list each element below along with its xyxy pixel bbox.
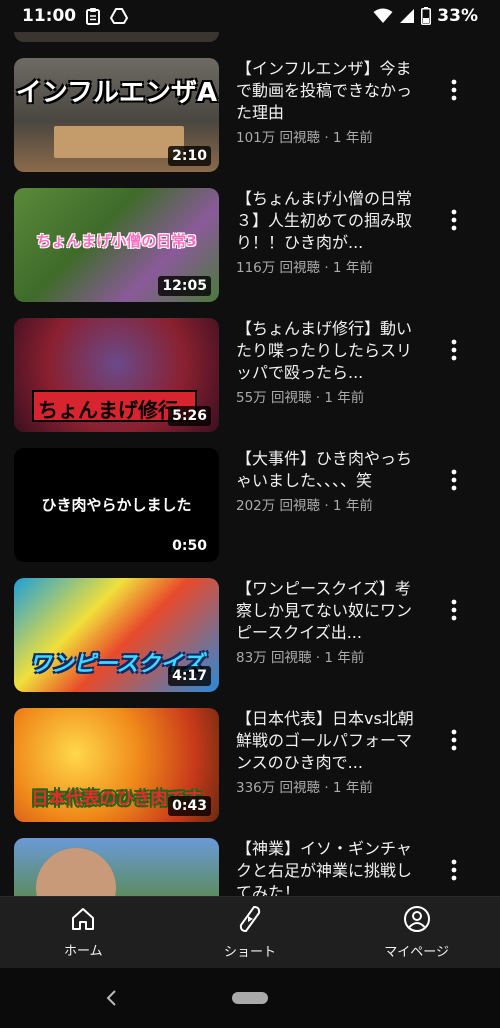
video-thumbnail[interactable]: インフルエンザA 2:10: [14, 58, 219, 172]
video-title[interactable]: 【ワンピースクイズ】考察しか見てない奴にワンピースクイズ出...: [236, 578, 426, 644]
video-duration: 12:05: [158, 276, 211, 296]
more-options-icon[interactable]: [440, 206, 468, 234]
back-icon[interactable]: [100, 986, 124, 1010]
status-bar: 11:00 33%: [0, 0, 500, 32]
video-duration: 4:17: [168, 666, 211, 686]
more-options-icon[interactable]: [440, 466, 468, 494]
thumbnail-text: ひき肉やらかしました: [41, 496, 192, 514]
video-thumbnail[interactable]: [14, 838, 219, 896]
thumb-desk: [54, 126, 184, 158]
video-meta: 116万 回視聴 · 1 年前: [236, 260, 373, 276]
signal-icon: [399, 8, 415, 24]
bottom-navigation: ホーム ショート マイページ: [0, 896, 500, 968]
wifi-icon: [373, 8, 393, 24]
system-navigation-bar: [0, 968, 500, 1028]
video-meta: 202万 回視聴 · 1 年前: [236, 498, 373, 514]
video-item[interactable]: ひき肉やらかしました 0:50 【大事件】ひき肉やっちゃいました、、、、笑 20…: [0, 448, 500, 568]
clipboard-icon: [86, 7, 101, 25]
video-title[interactable]: 【ちょんまげ修行】動いたり喋ったりしたらスリッパで殴ったら...: [236, 318, 426, 384]
video-item[interactable]: ちょんまげ小僧の日常3 12:05 【ちょんまげ小僧の日常３】人生初めての掴み取…: [0, 188, 500, 308]
more-options-icon[interactable]: [440, 726, 468, 754]
thumbnail-text: ちょんまげ小僧の日常3: [36, 232, 197, 250]
video-thumbnail[interactable]: ちょんまげ小僧の日常3 12:05: [14, 188, 219, 302]
video-item[interactable]: 【神業】イソ・ギンチャクと右足が神業に挑戦してみた！: [0, 838, 500, 896]
video-title[interactable]: 【ちょんまげ小僧の日常３】人生初めての掴み取り！！ひき肉が...: [236, 188, 426, 254]
battery-icon: [421, 7, 432, 25]
account-icon: [403, 905, 431, 937]
video-meta: 83万 回視聴 · 1 年前: [236, 650, 365, 666]
nav-home[interactable]: ホーム: [0, 897, 167, 968]
nav-mypage[interactable]: マイページ: [333, 897, 500, 968]
status-time: 11:00: [22, 6, 77, 26]
more-options-icon[interactable]: [440, 596, 468, 624]
video-title[interactable]: 【インフルエンザ】今まで動画を投稿できなかった理由: [236, 58, 426, 124]
nav-shorts-label: ショート: [224, 945, 277, 960]
video-duration: 2:10: [168, 146, 211, 166]
video-duration: 0:43: [168, 796, 211, 816]
thumb-face: [36, 848, 116, 896]
nav-mypage-label: マイページ: [384, 945, 450, 960]
video-item[interactable]: ちょんまげ修行 5:26 【ちょんまげ修行】動いたり喋ったりしたらスリッパで殴っ…: [0, 318, 500, 438]
video-item[interactable]: 日本代表のひき肉です 0:43 【日本代表】日本vs北朝鮮戦のゴールパフォーマン…: [0, 708, 500, 828]
video-thumbnail[interactable]: ひき肉やらかしました 0:50: [14, 448, 219, 562]
thumbnail-text: インフルエンザA: [15, 78, 218, 108]
more-options-icon[interactable]: [440, 76, 468, 104]
previous-video-thumbnail[interactable]: [14, 32, 219, 42]
video-duration: 0:50: [168, 536, 211, 556]
home-pill-button[interactable]: [232, 992, 268, 1004]
video-item[interactable]: インフルエンザA 2:10 【インフルエンザ】今まで動画を投稿できなかった理由 …: [0, 58, 500, 178]
home-icon: [70, 906, 96, 936]
more-options-icon[interactable]: [440, 856, 468, 884]
shorts-icon: [238, 905, 262, 937]
video-title[interactable]: 【神業】イソ・ギンチャクと右足が神業に挑戦してみた！: [236, 838, 426, 896]
video-thumbnail[interactable]: ワンピースクイズ 4:17: [14, 578, 219, 692]
video-thumbnail[interactable]: 日本代表のひき肉です 0:43: [14, 708, 219, 822]
video-duration: 5:26: [168, 406, 211, 426]
video-item[interactable]: ワンピースクイズ 4:17 【ワンピースクイズ】考察しか見てない奴にワンピースク…: [0, 578, 500, 698]
more-options-icon[interactable]: [440, 336, 468, 364]
nav-home-label: ホーム: [64, 944, 103, 959]
drive-icon: [110, 8, 129, 24]
nav-shorts[interactable]: ショート: [167, 897, 334, 968]
video-meta: 55万 回視聴 · 1 年前: [236, 390, 365, 406]
battery-percent: 33%: [437, 6, 478, 26]
video-meta: 101万 回視聴 · 1 年前: [236, 130, 373, 146]
video-feed[interactable]: インフルエンザA 2:10 【インフルエンザ】今まで動画を投稿できなかった理由 …: [0, 32, 500, 896]
video-title[interactable]: 【大事件】ひき肉やっちゃいました、、、、笑: [236, 448, 426, 492]
video-meta: 336万 回視聴 · 1 年前: [236, 780, 373, 796]
video-title[interactable]: 【日本代表】日本vs北朝鮮戦のゴールパフォーマンスのひき肉で...: [236, 708, 426, 774]
video-thumbnail[interactable]: ちょんまげ修行 5:26: [14, 318, 219, 432]
